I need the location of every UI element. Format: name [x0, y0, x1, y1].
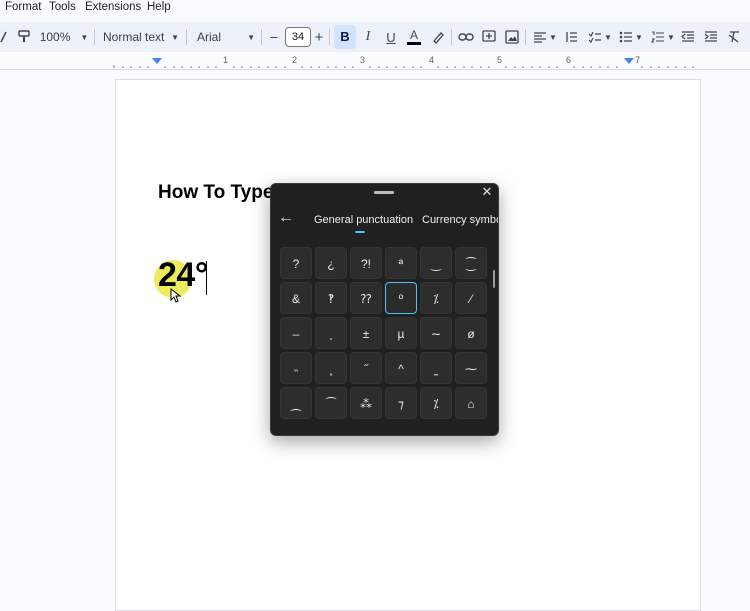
- chevron-down-icon: ▼: [635, 32, 643, 42]
- symbol-cell[interactable]: ⁒: [420, 282, 452, 314]
- toolbar: 100% ▼ Normal text ▼ Arial ▼ − 34 + B I …: [0, 22, 750, 52]
- symbol-cell[interactable]: ?: [280, 247, 312, 279]
- drag-handle[interactable]: [374, 191, 394, 194]
- ruler[interactable]: 1 2 3 4 5 6 7: [0, 55, 750, 70]
- symbol-cell[interactable]: ^: [385, 352, 417, 384]
- highlight-pen-icon[interactable]: [430, 22, 446, 52]
- symbol-cell[interactable]: ª: [385, 247, 417, 279]
- symbol-cell[interactable]: ˷: [420, 352, 452, 384]
- font-value: Arial: [197, 30, 222, 44]
- link-icon[interactable]: [458, 22, 474, 52]
- decrease-indent-icon[interactable]: [680, 22, 696, 52]
- chevron-down-icon: ▼: [80, 32, 89, 42]
- numbered-list-icon[interactable]: ▼: [649, 22, 677, 52]
- symbol-cell[interactable]: º: [385, 282, 417, 314]
- tab-currency-symbols[interactable]: Currency symbol: [422, 214, 498, 226]
- symbol-cell[interactable]: ⁓: [455, 352, 487, 384]
- add-comment-icon[interactable]: [481, 22, 497, 52]
- symbol-cell[interactable]: ¿: [315, 247, 347, 279]
- symbol-cell[interactable]: ⁐: [455, 247, 487, 279]
- symbol-cell[interactable]: ˳: [315, 352, 347, 384]
- align-icon[interactable]: ▼: [532, 22, 558, 52]
- spellcheck-icon[interactable]: [0, 22, 8, 52]
- insert-image-icon[interactable]: [504, 22, 520, 52]
- symbol-cell[interactable]: ⁒: [420, 387, 452, 419]
- style-value: Normal text: [103, 30, 165, 44]
- tab-active-indicator: [355, 231, 365, 233]
- separator: [329, 29, 330, 45]
- chevron-down-icon: ▼: [171, 32, 179, 42]
- symbol-cell[interactable]: ∼: [420, 317, 452, 349]
- separator: [94, 29, 95, 45]
- increase-font-button[interactable]: +: [312, 22, 326, 52]
- symbol-cell[interactable]: ˯: [315, 317, 347, 349]
- ruler-label: 6: [566, 55, 572, 65]
- chevron-down-icon: ▼: [247, 32, 255, 42]
- decrease-font-button[interactable]: −: [267, 22, 281, 52]
- color-bar: [407, 42, 421, 45]
- symbol-cell[interactable]: ˝: [350, 352, 382, 384]
- ruler-label: 4: [429, 55, 435, 65]
- paint-format-icon[interactable]: [16, 22, 32, 52]
- ruler-label: 5: [497, 55, 503, 65]
- symbol-cell[interactable]: ‿: [420, 247, 452, 279]
- increase-indent-icon[interactable]: [703, 22, 719, 52]
- symbol-cell[interactable]: ⌂: [455, 387, 487, 419]
- ruler-label: 1: [223, 55, 229, 65]
- mouse-pointer-icon: [170, 288, 182, 303]
- document-text: 24°: [158, 256, 208, 294]
- symbol-cell[interactable]: ⁂: [350, 387, 382, 419]
- symbol-cell[interactable]: ?!: [350, 247, 382, 279]
- bold-button[interactable]: B: [334, 25, 356, 49]
- symbol-cell[interactable]: ⁔: [280, 387, 312, 419]
- ruler-label: 7: [635, 55, 641, 65]
- symbol-cell[interactable]: ⁊: [385, 387, 417, 419]
- symbol-cell[interactable]: ⁇: [350, 282, 382, 314]
- symbol-cell[interactable]: µ: [385, 317, 417, 349]
- italic-button[interactable]: I: [360, 22, 376, 52]
- ruler-label: 3: [360, 55, 366, 65]
- menu-bar: Format Tools Extensions Help: [0, 0, 750, 18]
- line-spacing-icon[interactable]: [563, 22, 579, 52]
- zoom-value: 100%: [39, 30, 71, 44]
- menu-extensions[interactable]: Extensions: [85, 1, 141, 13]
- ruler-label: 2: [292, 55, 298, 65]
- underline-button[interactable]: U: [383, 22, 399, 52]
- menu-format[interactable]: Format: [5, 1, 41, 13]
- separator: [186, 29, 187, 45]
- document-heading: How To Type: [158, 182, 274, 203]
- checklist-icon[interactable]: ▼: [586, 22, 614, 52]
- separator: [451, 29, 452, 45]
- symbol-cell[interactable]: ±: [350, 317, 382, 349]
- symbol-picker-panel: ✕ ← General punctuation Currency symbol …: [270, 183, 499, 436]
- separator: [525, 29, 526, 45]
- zoom-select[interactable]: 100% ▼: [39, 22, 89, 52]
- tab-general-punctuation[interactable]: General punctuation: [314, 214, 413, 226]
- font-size-input[interactable]: 34: [285, 27, 311, 47]
- scrollbar[interactable]: [493, 270, 495, 288]
- symbol-cell[interactable]: ⁀: [315, 387, 347, 419]
- text-color-letter: A: [409, 28, 418, 42]
- text-color-button[interactable]: A: [406, 22, 422, 52]
- bulleted-list-icon[interactable]: ▼: [617, 22, 645, 52]
- symbol-cell[interactable]: ‽: [315, 282, 347, 314]
- menu-help[interactable]: Help: [147, 1, 171, 13]
- style-select[interactable]: Normal text ▼: [103, 22, 179, 52]
- chevron-down-icon: ▼: [667, 32, 675, 42]
- close-icon[interactable]: ✕: [479, 184, 495, 200]
- symbol-cell[interactable]: ˵: [280, 352, 312, 384]
- menu-tools[interactable]: Tools: [49, 1, 76, 13]
- back-arrow-icon[interactable]: ←: [278, 209, 294, 227]
- symbol-cell[interactable]: ⁄: [455, 282, 487, 314]
- chevron-down-icon: ▼: [604, 32, 612, 42]
- symbol-cell[interactable]: ø: [455, 317, 487, 349]
- symbol-cell[interactable]: ‒: [280, 317, 312, 349]
- separator: [261, 29, 262, 45]
- clear-formatting-icon[interactable]: [726, 22, 742, 52]
- symbol-cell[interactable]: &: [280, 282, 312, 314]
- chevron-down-icon: ▼: [549, 32, 557, 42]
- font-select[interactable]: Arial ▼: [197, 22, 255, 52]
- text-cursor: [206, 261, 207, 295]
